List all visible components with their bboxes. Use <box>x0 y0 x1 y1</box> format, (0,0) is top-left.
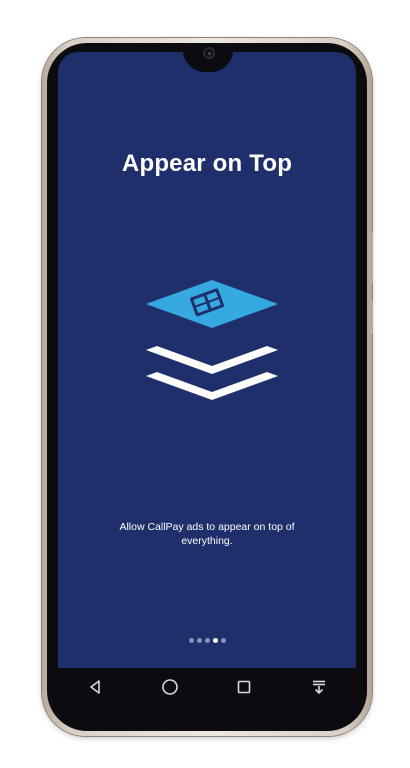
page-dot <box>188 638 194 643</box>
power-button <box>370 300 373 334</box>
onboarding-description: Allow CallPay ads to appear on top of ev… <box>119 521 295 547</box>
pull-down-notifications-icon <box>312 680 325 695</box>
back-button[interactable] <box>80 672 110 702</box>
page-indicator <box>58 638 356 646</box>
page-dot <box>220 638 226 643</box>
system-navigation-bar <box>58 668 356 706</box>
onboarding-screen: Appear on Top Allow CallPay ads to appea… <box>58 52 356 668</box>
volume-button <box>370 232 373 284</box>
back-triangle-icon <box>90 680 101 694</box>
stacked-layers-icon <box>146 280 278 400</box>
page-dot-active <box>212 638 218 643</box>
layer-top-accent <box>146 280 278 328</box>
page-title: Appear on Top <box>121 150 293 177</box>
notifications-pull-button[interactable] <box>304 672 334 702</box>
recents-button[interactable] <box>229 672 259 702</box>
phone-mockup: Appear on Top Allow CallPay ads to appea… <box>0 0 410 768</box>
recents-square-icon <box>237 680 251 694</box>
front-camera <box>203 47 215 59</box>
home-button[interactable] <box>155 672 185 702</box>
page-dot <box>204 638 210 643</box>
page-dot <box>196 638 202 643</box>
home-circle-icon <box>161 679 178 695</box>
